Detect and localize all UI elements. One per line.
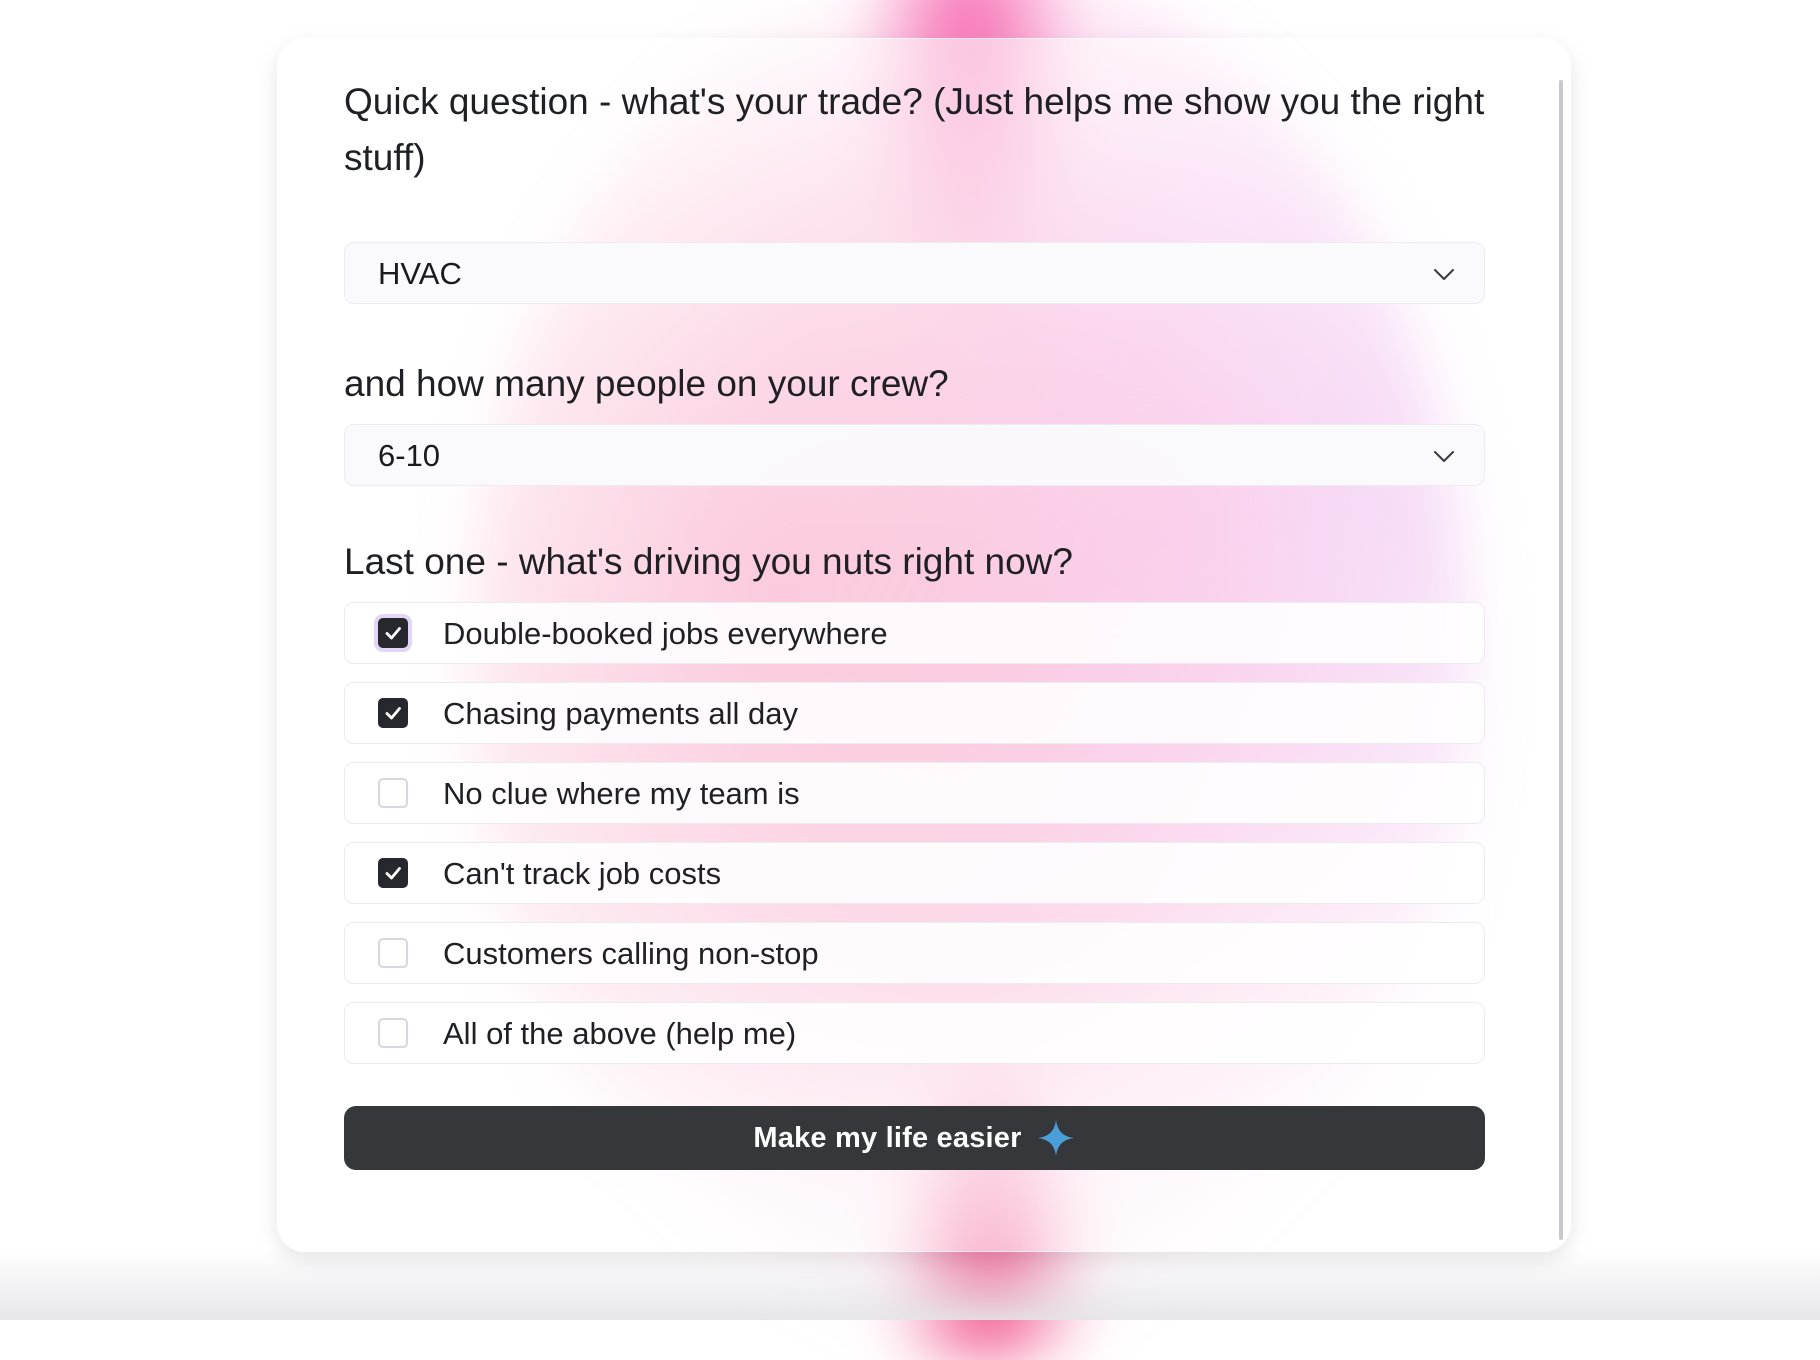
checkbox[interactable] <box>378 778 408 808</box>
option-chasing-payments[interactable]: Chasing payments all day <box>344 682 1485 744</box>
form: Quick question - what's your trade? (Jus… <box>344 74 1485 1170</box>
option-team-location[interactable]: No clue where my team is <box>344 762 1485 824</box>
make-life-easier-button[interactable]: Make my life easier <box>344 1106 1485 1170</box>
checkmark-icon <box>385 707 401 720</box>
option-label: Double-booked jobs everywhere <box>443 616 888 651</box>
option-label: Chasing payments all day <box>443 696 798 731</box>
crew-question: and how many people on your crew? <box>344 363 949 404</box>
checkbox[interactable] <box>378 938 408 968</box>
chevron-down-icon <box>1434 269 1454 280</box>
bottom-fade <box>0 1250 1820 1320</box>
option-label: No clue where my team is <box>443 776 800 811</box>
option-double-booked[interactable]: Double-booked jobs everywhere <box>344 602 1485 664</box>
scrollbar[interactable] <box>1559 80 1563 1240</box>
checkbox-checked[interactable] <box>378 858 408 888</box>
trade-select-value: HVAC <box>378 256 462 291</box>
option-all-of-above[interactable]: All of the above (help me) <box>344 1002 1485 1064</box>
option-job-costs[interactable]: Can't track job costs <box>344 842 1485 904</box>
crew-select-value: 6-10 <box>378 438 441 473</box>
option-label: Can't track job costs <box>443 856 722 891</box>
option-label: All of the above (help me) <box>443 1016 797 1051</box>
onboarding-card: Quick question - what's your trade? (Jus… <box>277 38 1571 1252</box>
crew-select[interactable]: 6-10 <box>344 424 1485 486</box>
checkmark-icon <box>385 627 401 640</box>
trade-select[interactable]: HVAC <box>344 242 1485 304</box>
checkmark-icon <box>385 867 401 880</box>
chevron-down-icon <box>1434 451 1454 462</box>
checkbox-checked[interactable] <box>378 618 408 648</box>
trade-question: Quick question - what's your trade? (Jus… <box>344 81 1485 178</box>
button-label: Make my life easier <box>753 1121 1022 1154</box>
option-customers-calling[interactable]: Customers calling non-stop <box>344 922 1485 984</box>
option-label: Customers calling non-stop <box>443 936 819 971</box>
checkbox-checked[interactable] <box>378 698 408 728</box>
pain-options: Double-booked jobs everywhere Chasing pa… <box>344 602 1485 1064</box>
sparkle-icon <box>1037 1120 1074 1156</box>
checkbox[interactable] <box>378 1018 408 1048</box>
pain-question: Last one - what's driving you nuts right… <box>344 541 1073 582</box>
